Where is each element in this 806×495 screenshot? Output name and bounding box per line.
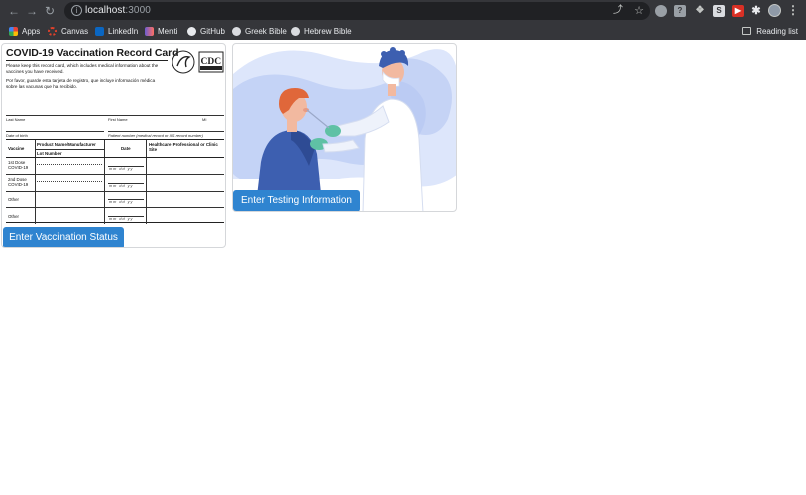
bookmark-label: Greek Bible: [245, 26, 287, 36]
title-rule: [6, 60, 168, 61]
menti-icon: [145, 26, 154, 36]
bookmark-menti[interactable]: Menti: [145, 24, 178, 38]
date-placeholder: mm dd yy: [109, 184, 134, 188]
extension-dropbox-icon[interactable]: ❖: [694, 5, 706, 17]
reading-list-icon: [742, 27, 752, 35]
url-port: :3000: [125, 5, 151, 16]
bookmark-greek-bible[interactable]: Greek Bible: [232, 24, 287, 38]
dob-line: [6, 131, 104, 132]
extension-octocat-icon[interactable]: [655, 5, 667, 17]
bookmark-hebrew-bible[interactable]: Hebrew Bible: [291, 24, 352, 38]
row-other-1: Other: [8, 197, 19, 202]
bookmark-label: Menti: [158, 26, 178, 36]
col-date: Date: [121, 146, 131, 151]
bookmark-star-icon[interactable]: ☆: [632, 4, 646, 18]
patient-number-line: [108, 131, 224, 132]
col-product: Product Name/Manufacturer: [37, 142, 96, 147]
vaccination-record-image: COVID-19 Vaccination Record Card Please …: [6, 47, 224, 227]
profile-avatar[interactable]: [768, 4, 781, 17]
globe-icon: [232, 26, 241, 36]
reload-icon[interactable]: ↻: [43, 4, 57, 18]
forward-icon[interactable]: →: [25, 4, 39, 18]
browser-menu-icon[interactable]: ⋮: [787, 3, 799, 18]
extension-help-icon[interactable]: ?: [674, 5, 686, 17]
github-icon: [187, 26, 196, 36]
share-icon[interactable]: ⤴: [612, 5, 624, 17]
col-site: Healthcare Professional or Clinic Site: [149, 142, 218, 152]
back-icon[interactable]: ←: [7, 4, 21, 18]
reading-list-button[interactable]: Reading list: [742, 24, 798, 38]
canvas-icon: [48, 26, 57, 36]
bookmark-label: Canvas: [61, 26, 89, 36]
enter-vaccination-status-button[interactable]: Enter Vaccination Status: [3, 227, 124, 247]
extensions-puzzle-icon[interactable]: ✱: [750, 5, 762, 17]
record-card-spanish-note: Por favor, guarde esta tarjeta de regist…: [6, 78, 156, 89]
mi-label: MI: [202, 117, 207, 122]
vaccination-card: COVID-19 Vaccination Record Card Please …: [1, 43, 226, 248]
bookmark-label: GitHub: [200, 26, 225, 36]
url-host: localhost: [85, 5, 126, 16]
bookmark-label: LinkedIn: [108, 26, 139, 36]
testing-card: Enter Testing Information: [232, 43, 457, 212]
first-name-label: First Name: [108, 117, 128, 122]
row-other-2: Other: [8, 214, 19, 219]
enter-testing-information-button[interactable]: Enter Testing Information: [233, 190, 360, 211]
page-content: COVID-19 Vaccination Record Card Please …: [0, 40, 806, 495]
col-vaccine: Vaccine: [8, 146, 25, 151]
patient-number-label: Patient number (medical record or IIS re…: [108, 133, 203, 138]
bookmark-linkedin[interactable]: LinkedIn: [95, 24, 138, 38]
record-card-title: COVID-19 Vaccination Record Card: [6, 47, 179, 59]
vaccine-record-table: Vaccine Product Name/Manufacturer Lot Nu…: [6, 139, 224, 224]
apps-grid-icon: [9, 26, 18, 36]
row-dose-1: 1st Dose COVID-19: [8, 160, 29, 170]
bookmarks-bar: Apps Canvas LinkedIn Menti GitHub Greek …: [0, 22, 806, 40]
hhs-cdc-logo: CDC: [172, 50, 224, 74]
date-placeholder: mm dd yy: [109, 217, 134, 221]
address-bar[interactable]: i localhost:3000 ⤴ ☆: [64, 2, 650, 20]
bookmark-canvas[interactable]: Canvas: [48, 24, 88, 38]
bookmark-apps[interactable]: Apps: [9, 24, 40, 38]
bookmark-label: Hebrew Bible: [304, 26, 352, 36]
col-lot: Lot Number: [37, 151, 62, 156]
browser-chrome: ← → ↻ i localhost:3000 ⤴ ☆ ? ❖ S ▶ ✱ ⋮ A…: [0, 0, 806, 40]
bookmark-label: Apps: [22, 26, 41, 36]
browser-toolbar: ← → ↻ i localhost:3000 ⤴ ☆ ? ❖ S ▶ ✱ ⋮: [0, 0, 806, 22]
bookmark-github[interactable]: GitHub: [187, 24, 225, 38]
reading-list-label: Reading list: [756, 26, 798, 36]
date-placeholder: mm dd yy: [109, 200, 134, 204]
date-placeholder: mm dd yy: [109, 167, 134, 171]
extension-s-icon[interactable]: S: [713, 5, 725, 17]
globe-icon: [291, 26, 300, 36]
linkedin-icon: [95, 26, 104, 36]
row-dose-2: 2nd Dose COVID-19: [8, 177, 29, 187]
address-url[interactable]: localhost:3000: [85, 5, 151, 16]
dob-label: Date of birth: [6, 133, 28, 138]
cdc-logo-text: CDC: [201, 57, 222, 67]
last-name-label: Last Name: [6, 117, 26, 122]
covid-test-illustration: [233, 47, 456, 211]
site-info-icon[interactable]: i: [71, 5, 82, 16]
record-card-english-note: Please keep this record card, which incl…: [6, 63, 159, 74]
name-line: [6, 115, 224, 116]
extension-red-icon[interactable]: ▶: [732, 5, 744, 17]
